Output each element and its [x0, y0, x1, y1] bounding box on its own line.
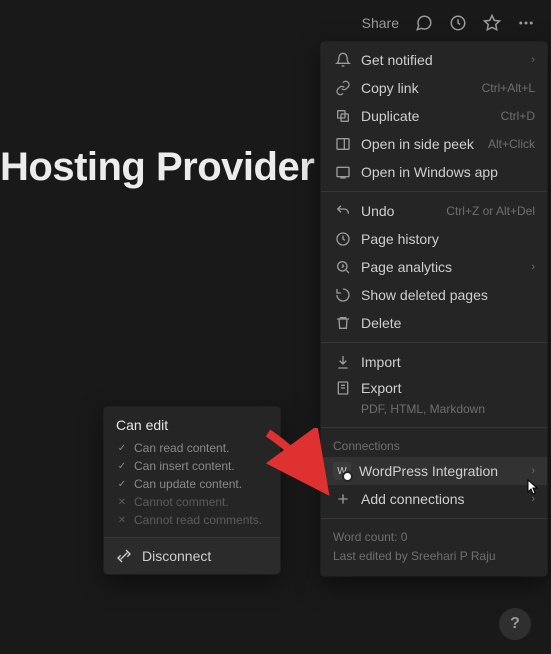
chevron-right-icon: › — [531, 54, 535, 66]
side-peek-icon — [333, 134, 353, 154]
permission-row: ✓ Can insert content. — [104, 457, 280, 475]
link-icon — [333, 78, 353, 98]
menu-separator — [321, 427, 547, 428]
menu-label: Delete — [361, 315, 535, 331]
page-actions-menu: Get notified › Copy link Ctrl+Alt+L Dupl… — [321, 42, 547, 576]
permission-text: Cannot read comments. — [134, 513, 262, 527]
app-window-icon — [333, 162, 353, 182]
chevron-right-icon: › — [531, 465, 535, 477]
favorite-icon[interactable] — [483, 14, 501, 32]
restore-icon — [333, 285, 353, 305]
permission-text: Can insert content. — [134, 459, 235, 473]
permission-text: Can update content. — [134, 477, 242, 491]
word-count: Word count: 0 — [333, 528, 535, 547]
menu-label: Add connections — [361, 491, 525, 507]
check-icon: ✓ — [116, 461, 128, 472]
permission-text: Can read content. — [134, 441, 229, 455]
menu-separator — [321, 518, 547, 519]
last-edited: Last edited by Sreehari P Raju — [333, 547, 535, 566]
disconnect-button[interactable]: Disconnect — [104, 538, 280, 574]
menu-separator — [321, 342, 547, 343]
menu-delete[interactable]: Delete — [321, 309, 547, 337]
share-button[interactable]: Share — [362, 15, 399, 31]
disconnect-label: Disconnect — [142, 548, 211, 564]
permissions-title: Can edit — [104, 407, 280, 439]
menu-show-deleted[interactable]: Show deleted pages — [321, 281, 547, 309]
shortcut-hint: Ctrl+Z or Alt+Del — [446, 204, 535, 218]
menu-label: Import — [361, 354, 535, 370]
wordpress-icon: W — [333, 462, 351, 480]
menu-label: Duplicate — [361, 108, 495, 124]
shortcut-hint: Ctrl+Alt+L — [482, 81, 535, 95]
duplicate-icon — [333, 106, 353, 126]
menu-page-history[interactable]: Page history — [321, 225, 547, 253]
menu-separator — [321, 191, 547, 192]
bell-icon — [333, 50, 353, 70]
menu-add-connections[interactable]: Add connections › — [321, 485, 547, 513]
menu-label: Open in Windows app — [361, 164, 535, 180]
plus-icon — [333, 489, 353, 509]
x-icon: ✕ — [116, 515, 128, 526]
menu-page-analytics[interactable]: Page analytics › — [321, 253, 547, 281]
permissions-popover: Can edit ✓ Can read content. ✓ Can insert c… — [104, 407, 280, 574]
menu-label: Show deleted pages — [361, 287, 535, 303]
shortcut-hint: Alt+Click — [488, 137, 535, 151]
menu-import[interactable]: Import — [321, 348, 547, 376]
analytics-icon — [333, 257, 353, 277]
more-icon[interactable] — [517, 14, 535, 32]
import-icon — [333, 352, 353, 372]
permission-row: ✕ Cannot read comments. — [104, 511, 280, 529]
permission-row: ✓ Can update content. — [104, 475, 280, 493]
menu-wordpress-integration[interactable]: W WordPress Integration › — [321, 457, 547, 485]
menu-label: Page history — [361, 231, 535, 247]
undo-icon — [333, 201, 353, 221]
menu-undo[interactable]: Undo Ctrl+Z or Alt+Del — [321, 197, 547, 225]
menu-label: Undo — [361, 203, 440, 219]
menu-export[interactable]: Export — [321, 376, 547, 400]
export-subtitle: PDF, HTML, Markdown — [321, 400, 547, 422]
permission-text: Cannot comment. — [134, 495, 229, 509]
menu-footer: Word count: 0 Last edited by Sreehari P … — [321, 524, 547, 572]
menu-label: Export — [361, 380, 535, 396]
help-button[interactable]: ? — [499, 608, 531, 640]
menu-label: Copy link — [361, 80, 476, 96]
menu-duplicate[interactable]: Duplicate Ctrl+D — [321, 102, 547, 130]
history-icon — [333, 229, 353, 249]
trash-icon — [333, 313, 353, 333]
shortcut-hint: Ctrl+D — [501, 109, 535, 123]
x-icon: ✕ — [116, 497, 128, 508]
menu-windows-app[interactable]: Open in Windows app — [321, 158, 547, 186]
export-icon — [333, 378, 353, 398]
permission-row: ✕ Cannot comment. — [104, 493, 280, 511]
page-title: Hosting Provider — [0, 145, 314, 190]
menu-label: Open in side peek — [361, 136, 482, 152]
menu-label: Get notified — [361, 52, 525, 68]
permission-row: ✓ Can read content. — [104, 439, 280, 457]
menu-copy-link[interactable]: Copy link Ctrl+Alt+L — [321, 74, 547, 102]
menu-side-peek[interactable]: Open in side peek Alt+Click — [321, 130, 547, 158]
menu-get-notified[interactable]: Get notified › — [321, 46, 547, 74]
chevron-right-icon: › — [531, 261, 535, 273]
connections-header: Connections — [321, 433, 547, 457]
comments-icon[interactable] — [415, 14, 433, 32]
updates-icon[interactable] — [449, 14, 467, 32]
check-icon: ✓ — [116, 443, 128, 454]
chevron-right-icon: › — [531, 493, 535, 505]
topbar: Share — [362, 0, 551, 45]
check-icon: ✓ — [116, 479, 128, 490]
menu-label: WordPress Integration — [359, 463, 525, 479]
disconnect-icon — [116, 548, 132, 564]
menu-label: Page analytics — [361, 259, 525, 275]
